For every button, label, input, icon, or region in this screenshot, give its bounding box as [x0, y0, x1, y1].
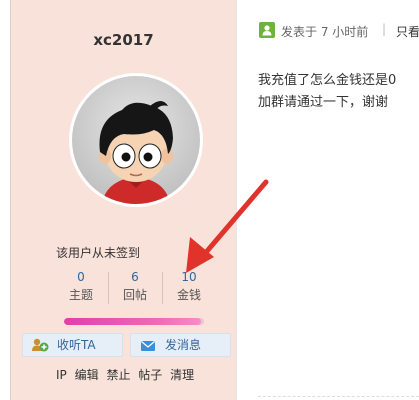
post-content: 我充值了怎么金钱还是0 加群请通过一下，谢谢: [258, 70, 419, 114]
admin-link-edit[interactable]: 编辑: [75, 368, 99, 382]
cartoon-avatar-image: [72, 76, 200, 204]
view-author-only-link[interactable]: 只看: [396, 23, 419, 40]
user-stats: 0 主题 6 回帖 10 金钱: [56, 270, 206, 306]
post-footer-divider: [258, 396, 419, 397]
follow-button[interactable]: 收听TA: [22, 333, 123, 357]
stat-divider: [108, 272, 109, 304]
online-status-icon: [259, 22, 275, 38]
stat-threads[interactable]: 0 主题: [56, 270, 106, 303]
follow-button-label: 收听TA: [57, 338, 96, 352]
admin-link-posts[interactable]: 帖子: [138, 368, 162, 382]
admin-link-clean[interactable]: 清理: [170, 368, 194, 382]
level-progress-fill: [64, 318, 202, 325]
stat-money-label: 金钱: [176, 288, 201, 302]
stat-money[interactable]: 10 金钱: [164, 270, 214, 303]
stat-divider: [162, 272, 163, 304]
avatar[interactable]: [72, 76, 200, 204]
stat-replies-label: 回帖: [122, 288, 147, 302]
column-divider: [236, 0, 237, 400]
meta-separator: |: [382, 22, 387, 36]
post-line: 我充值了怎么金钱还是0: [258, 73, 397, 88]
stat-replies[interactable]: 6 回帖: [110, 270, 160, 303]
stat-replies-value[interactable]: 6: [110, 270, 160, 284]
sign-in-status: 该用户从未签到: [56, 246, 141, 260]
post-time: 发表于 7 小时前: [281, 25, 369, 39]
stat-money-value[interactable]: 10: [164, 270, 214, 284]
stat-threads-value[interactable]: 0: [56, 270, 106, 284]
envelope-icon: [139, 338, 157, 354]
admin-link-ip[interactable]: IP: [56, 368, 67, 382]
stat-threads-label: 主题: [68, 288, 93, 302]
admin-link-ban[interactable]: 禁止: [106, 368, 130, 382]
send-message-label: 发消息: [165, 338, 202, 352]
follow-user-icon: [31, 338, 49, 354]
post-line: 加群请通过一下，谢谢: [258, 95, 389, 110]
author-username[interactable]: xc2017: [11, 31, 236, 49]
admin-links: IP 编辑 禁止 帖子 清理: [56, 366, 198, 383]
level-progress-bar: [64, 318, 204, 325]
author-sidebar: xc2017 该用户从未签到 0 主题 6 回帖 10 金钱 收听TA 发消息 …: [11, 0, 236, 400]
send-message-button[interactable]: 发消息: [130, 333, 231, 357]
